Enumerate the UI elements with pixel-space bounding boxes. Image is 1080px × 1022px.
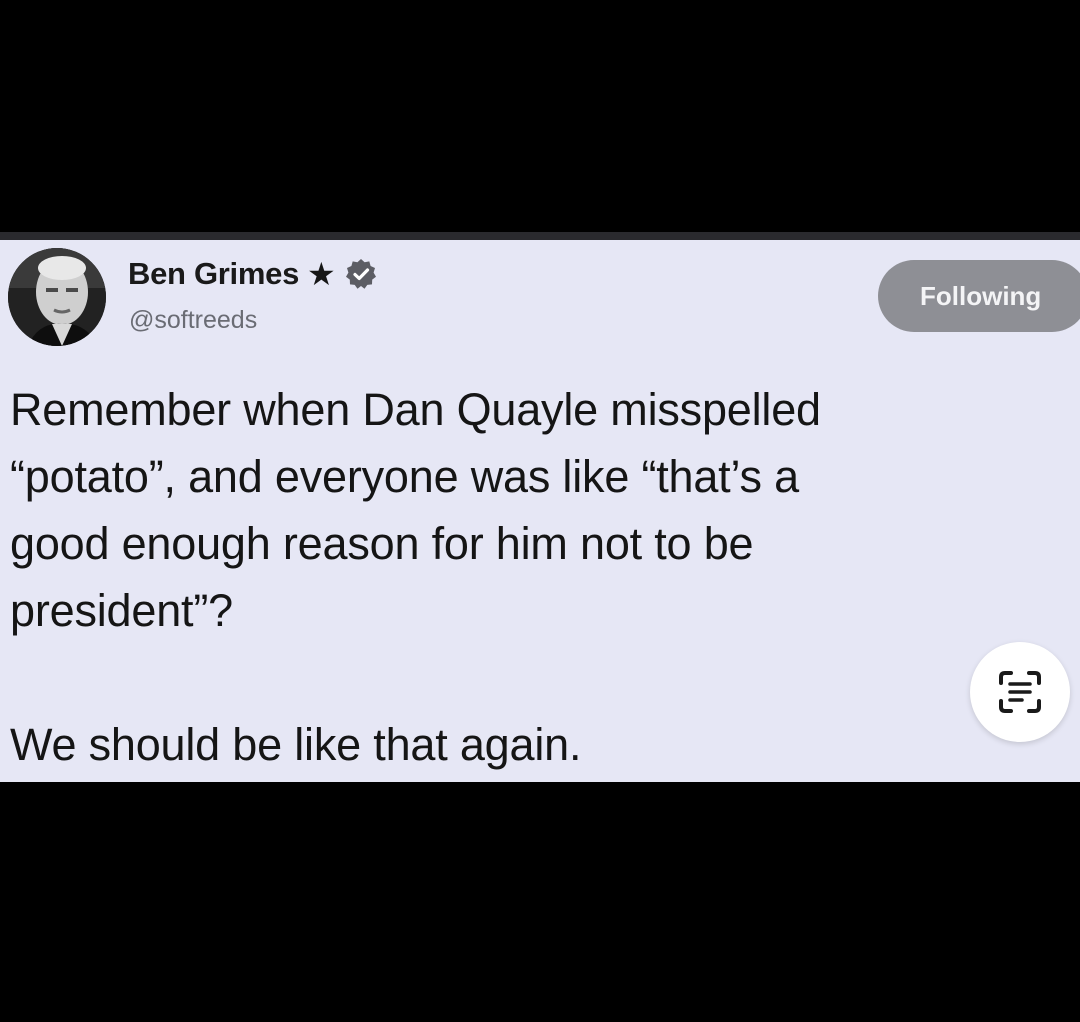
avatar-photo [8, 248, 106, 346]
star-icon: ★ [307, 256, 336, 292]
tweet-card: Ben Grimes ★ @softreeds Following Rememb… [0, 240, 1080, 782]
avatar[interactable] [8, 248, 106, 346]
verified-badge-icon [345, 259, 376, 289]
divider [0, 232, 1080, 240]
text-scan-button[interactable] [970, 642, 1070, 742]
screenshot-frame: Ben Grimes ★ @softreeds Following Rememb… [0, 0, 1080, 1022]
tweet-text-line: Remember when Dan Quayle misspelled [10, 384, 821, 435]
author-name-row: Ben Grimes ★ [128, 254, 377, 294]
tweet-text-line: “potato”, and everyone was like “that’s … [10, 451, 799, 502]
following-button[interactable]: Following [878, 260, 1080, 332]
author-handle[interactable]: @softreeds [129, 306, 257, 335]
tweet-text-line: We should be like that again. [10, 719, 582, 770]
tweet-text-line: president”? [10, 585, 233, 636]
tweet-text-line: good enough reason for him not to be [10, 518, 754, 569]
author-name[interactable]: Ben Grimes [128, 256, 299, 292]
text-scan-icon [999, 671, 1041, 713]
tweet-text: Remember when Dan Quayle misspelled “pot… [10, 376, 1060, 778]
